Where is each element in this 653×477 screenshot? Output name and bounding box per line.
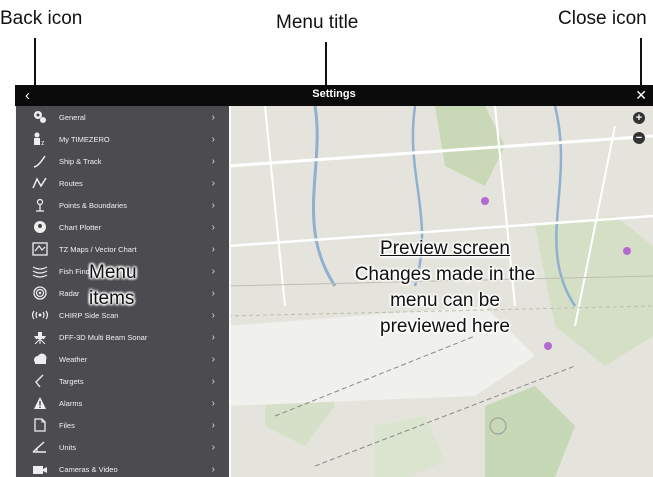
menu-item-chart-plotter[interactable]: Chart Plotter › xyxy=(16,216,229,238)
chevron-right-icon: › xyxy=(211,441,215,453)
menu-item-label: Units xyxy=(59,442,77,452)
chevron-right-icon: › xyxy=(211,309,215,321)
menu-item-label: Targets xyxy=(59,376,84,386)
menu-item-label: Points & Boundaries xyxy=(59,200,127,210)
points-icon xyxy=(29,197,51,213)
track-icon xyxy=(29,153,51,169)
chevron-right-icon: › xyxy=(211,199,215,211)
preview-line1: Changes made in the xyxy=(354,264,536,285)
back-callout-line xyxy=(34,38,36,86)
zoom-out-button[interactable]: − xyxy=(633,132,645,144)
menu-item-label: My TIMEZERO xyxy=(59,134,110,144)
targets-icon xyxy=(29,373,51,389)
weather-icon xyxy=(29,351,51,367)
menu-item-label: Routes xyxy=(59,178,83,188)
menu-item-my-timezero[interactable]: z My TIMEZERO › xyxy=(16,128,229,150)
menu-item-label: Weather xyxy=(59,354,88,364)
chevron-right-icon: › xyxy=(211,155,215,167)
menu-item-label: Chart Plotter xyxy=(59,222,102,232)
menu-item-label: Files xyxy=(59,420,75,430)
svg-text:z: z xyxy=(41,140,45,146)
menu-item-label: Alarms xyxy=(59,398,83,408)
alarm-icon xyxy=(29,395,51,411)
menu-item-points-boundaries[interactable]: Points & Boundaries › xyxy=(16,194,229,216)
preview-annotation: Preview screen Changes made in the menu … xyxy=(330,236,560,340)
close-icon[interactable]: ✕ xyxy=(635,85,647,106)
preview-line2: menu can be xyxy=(390,290,500,311)
chevron-right-icon: › xyxy=(211,243,215,255)
menu-item-units[interactable]: Units › xyxy=(16,436,229,458)
files-icon xyxy=(29,417,51,433)
menu-title-callout: Menu title xyxy=(276,12,359,33)
header-bar: ‹ Settings ✕ xyxy=(15,85,653,106)
menu-note-line1: Menu xyxy=(89,262,137,283)
menu-item-tz-maps[interactable]: TZ Maps / Vector Chart › xyxy=(16,238,229,260)
side-scan-icon xyxy=(29,307,51,323)
zoom-in-button[interactable]: + xyxy=(633,112,645,124)
menu-item-general[interactable]: General › xyxy=(16,106,229,128)
menu-item-files[interactable]: Files › xyxy=(16,414,229,436)
chevron-right-icon: › xyxy=(211,111,215,123)
menu-item-ship-track[interactable]: Ship & Track › xyxy=(16,150,229,172)
preview-line3: previewed here xyxy=(380,316,510,337)
chevron-right-icon: › xyxy=(211,177,215,189)
chevron-right-icon: › xyxy=(211,221,215,233)
menu-item-label: DFF-3D Multi Beam Sonar xyxy=(59,332,148,342)
menu-title: Settings xyxy=(312,88,356,100)
menu-item-dff3d-sonar[interactable]: DFF-3D Multi Beam Sonar › xyxy=(16,326,229,348)
menu-note-line2: items xyxy=(89,288,135,309)
close-callout-line xyxy=(640,38,642,86)
chevron-right-icon: › xyxy=(211,375,215,387)
menu-item-weather[interactable]: Weather › xyxy=(16,348,229,370)
menu-item-alarms[interactable]: Alarms › xyxy=(16,392,229,414)
menu-item-routes[interactable]: Routes › xyxy=(16,172,229,194)
gears-icon xyxy=(29,109,51,125)
plotter-icon xyxy=(29,219,51,235)
fish-finder-icon xyxy=(29,263,51,279)
radar-icon xyxy=(29,285,51,301)
map-icon xyxy=(29,241,51,257)
menu-item-cameras-video[interactable]: Cameras & Video › xyxy=(16,458,229,477)
chevron-right-icon: › xyxy=(211,397,215,409)
title-callout-line xyxy=(325,42,327,86)
back-icon-callout: Back icon xyxy=(0,8,83,29)
chevron-right-icon: › xyxy=(211,331,215,343)
preview-heading: Preview screen xyxy=(380,238,510,259)
chevron-right-icon: › xyxy=(211,463,215,475)
sonar-icon xyxy=(29,329,51,345)
chevron-right-icon: › xyxy=(211,133,215,145)
chevron-right-icon: › xyxy=(211,265,215,277)
units-icon xyxy=(29,439,51,455)
close-icon-callout: Close icon xyxy=(558,8,647,29)
menu-items-annotation: Menu items xyxy=(89,260,137,312)
menu-item-label: Cameras & Video xyxy=(59,464,118,474)
menu-item-label: TZ Maps / Vector Chart xyxy=(59,244,137,254)
chevron-right-icon: › xyxy=(211,353,215,365)
routes-icon xyxy=(29,175,51,191)
menu-item-label: General xyxy=(59,112,86,122)
camera-icon xyxy=(29,461,51,477)
chevron-right-icon: › xyxy=(211,419,215,431)
menu-item-targets[interactable]: Targets › xyxy=(16,370,229,392)
menu-item-label: Ship & Track xyxy=(59,156,102,166)
user-tz-icon: z xyxy=(29,131,51,147)
chevron-right-icon: › xyxy=(211,287,215,299)
